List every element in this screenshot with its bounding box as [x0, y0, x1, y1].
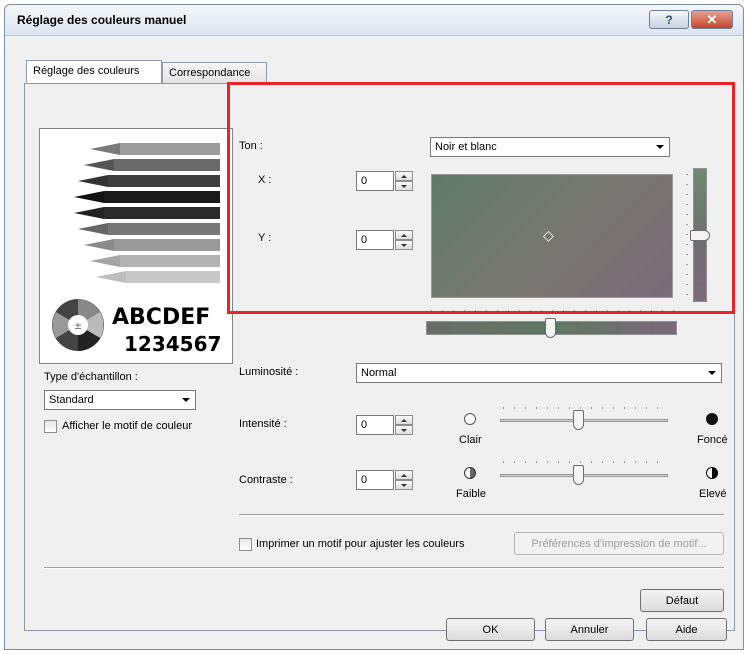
contrast-thumb[interactable]: [573, 465, 584, 485]
help-icon: ?: [665, 12, 673, 27]
spin-down-icon[interactable]: [395, 425, 413, 435]
intensity-slider[interactable]: [500, 419, 668, 422]
pattern-prefs-button[interactable]: Préférences d'impression de motif...: [514, 532, 724, 555]
low-contrast-icon: [464, 467, 476, 479]
preview-image: ± ABCDEF 1234567: [39, 128, 233, 364]
sample-type-value: Standard: [49, 394, 94, 406]
help-button[interactable]: Aide: [646, 618, 727, 641]
spin-up-icon[interactable]: [395, 415, 413, 425]
cancel-button[interactable]: Annuler: [545, 618, 634, 641]
tone-horizontal-thumb[interactable]: [545, 318, 556, 338]
intensity-right-label: Foncé: [697, 434, 728, 446]
brightness-select[interactable]: Normal: [356, 363, 722, 383]
contrast-spinner[interactable]: [395, 470, 413, 490]
sample-type-label: Type d'échantillon :: [44, 371, 138, 383]
highlight-frame: [227, 82, 735, 314]
show-pattern-checkbox[interactable]: [44, 420, 57, 433]
contrast-input[interactable]: 0: [356, 470, 394, 490]
spin-down-icon[interactable]: [395, 480, 413, 490]
contrast-ticks: [503, 461, 663, 463]
contrast-right-label: Elevé: [699, 488, 727, 500]
separator: [44, 567, 724, 569]
title-close-button[interactable]: ✕: [691, 10, 733, 29]
tab-label: Réglage des couleurs: [33, 65, 140, 77]
dark-circle-icon: [706, 413, 718, 425]
chevron-down-icon: [708, 371, 716, 375]
intensity-ticks: [503, 407, 663, 409]
brightness-value: Normal: [361, 367, 397, 379]
sample-type-select[interactable]: Standard: [44, 390, 196, 410]
tab-matching[interactable]: Correspondance: [162, 62, 267, 84]
title-bar[interactable]: Réglage des couleurs manuel ? ✕: [5, 5, 743, 36]
spin-up-icon[interactable]: [395, 470, 413, 480]
preview-letters: ABCDEF: [112, 305, 211, 330]
default-button[interactable]: Défaut: [640, 589, 724, 612]
close-icon: ✕: [706, 11, 718, 27]
title-help-button[interactable]: ?: [649, 10, 689, 29]
light-circle-icon: [464, 413, 476, 425]
ok-button[interactable]: OK: [446, 618, 535, 641]
chevron-down-icon: [182, 398, 190, 402]
print-pattern-label: Imprimer un motif pour ajuster les coule…: [256, 538, 465, 550]
contrast-label: Contraste :: [239, 474, 293, 486]
tab-label: Correspondance: [169, 67, 251, 79]
tab-color-adjustment[interactable]: Réglage des couleurs: [26, 60, 162, 84]
svg-text:±: ±: [74, 321, 82, 332]
high-contrast-icon: [706, 467, 718, 479]
separator: [239, 514, 724, 516]
contrast-left-label: Faible: [456, 488, 486, 500]
intensity-thumb[interactable]: [573, 410, 584, 430]
intensity-spinner[interactable]: [395, 415, 413, 435]
preview-numbers: 1234567: [124, 332, 222, 356]
contrast-slider[interactable]: [500, 474, 668, 477]
window-title: Réglage des couleurs manuel: [17, 13, 187, 27]
print-pattern-checkbox[interactable]: [239, 538, 252, 551]
intensity-input[interactable]: 0: [356, 415, 394, 435]
intensity-left-label: Clair: [459, 434, 482, 446]
show-pattern-label: Afficher le motif de couleur: [62, 420, 193, 432]
brightness-label: Luminosité :: [239, 366, 299, 378]
color-wheel-icon: ±: [52, 299, 104, 351]
intensity-label: Intensité :: [239, 418, 287, 430]
